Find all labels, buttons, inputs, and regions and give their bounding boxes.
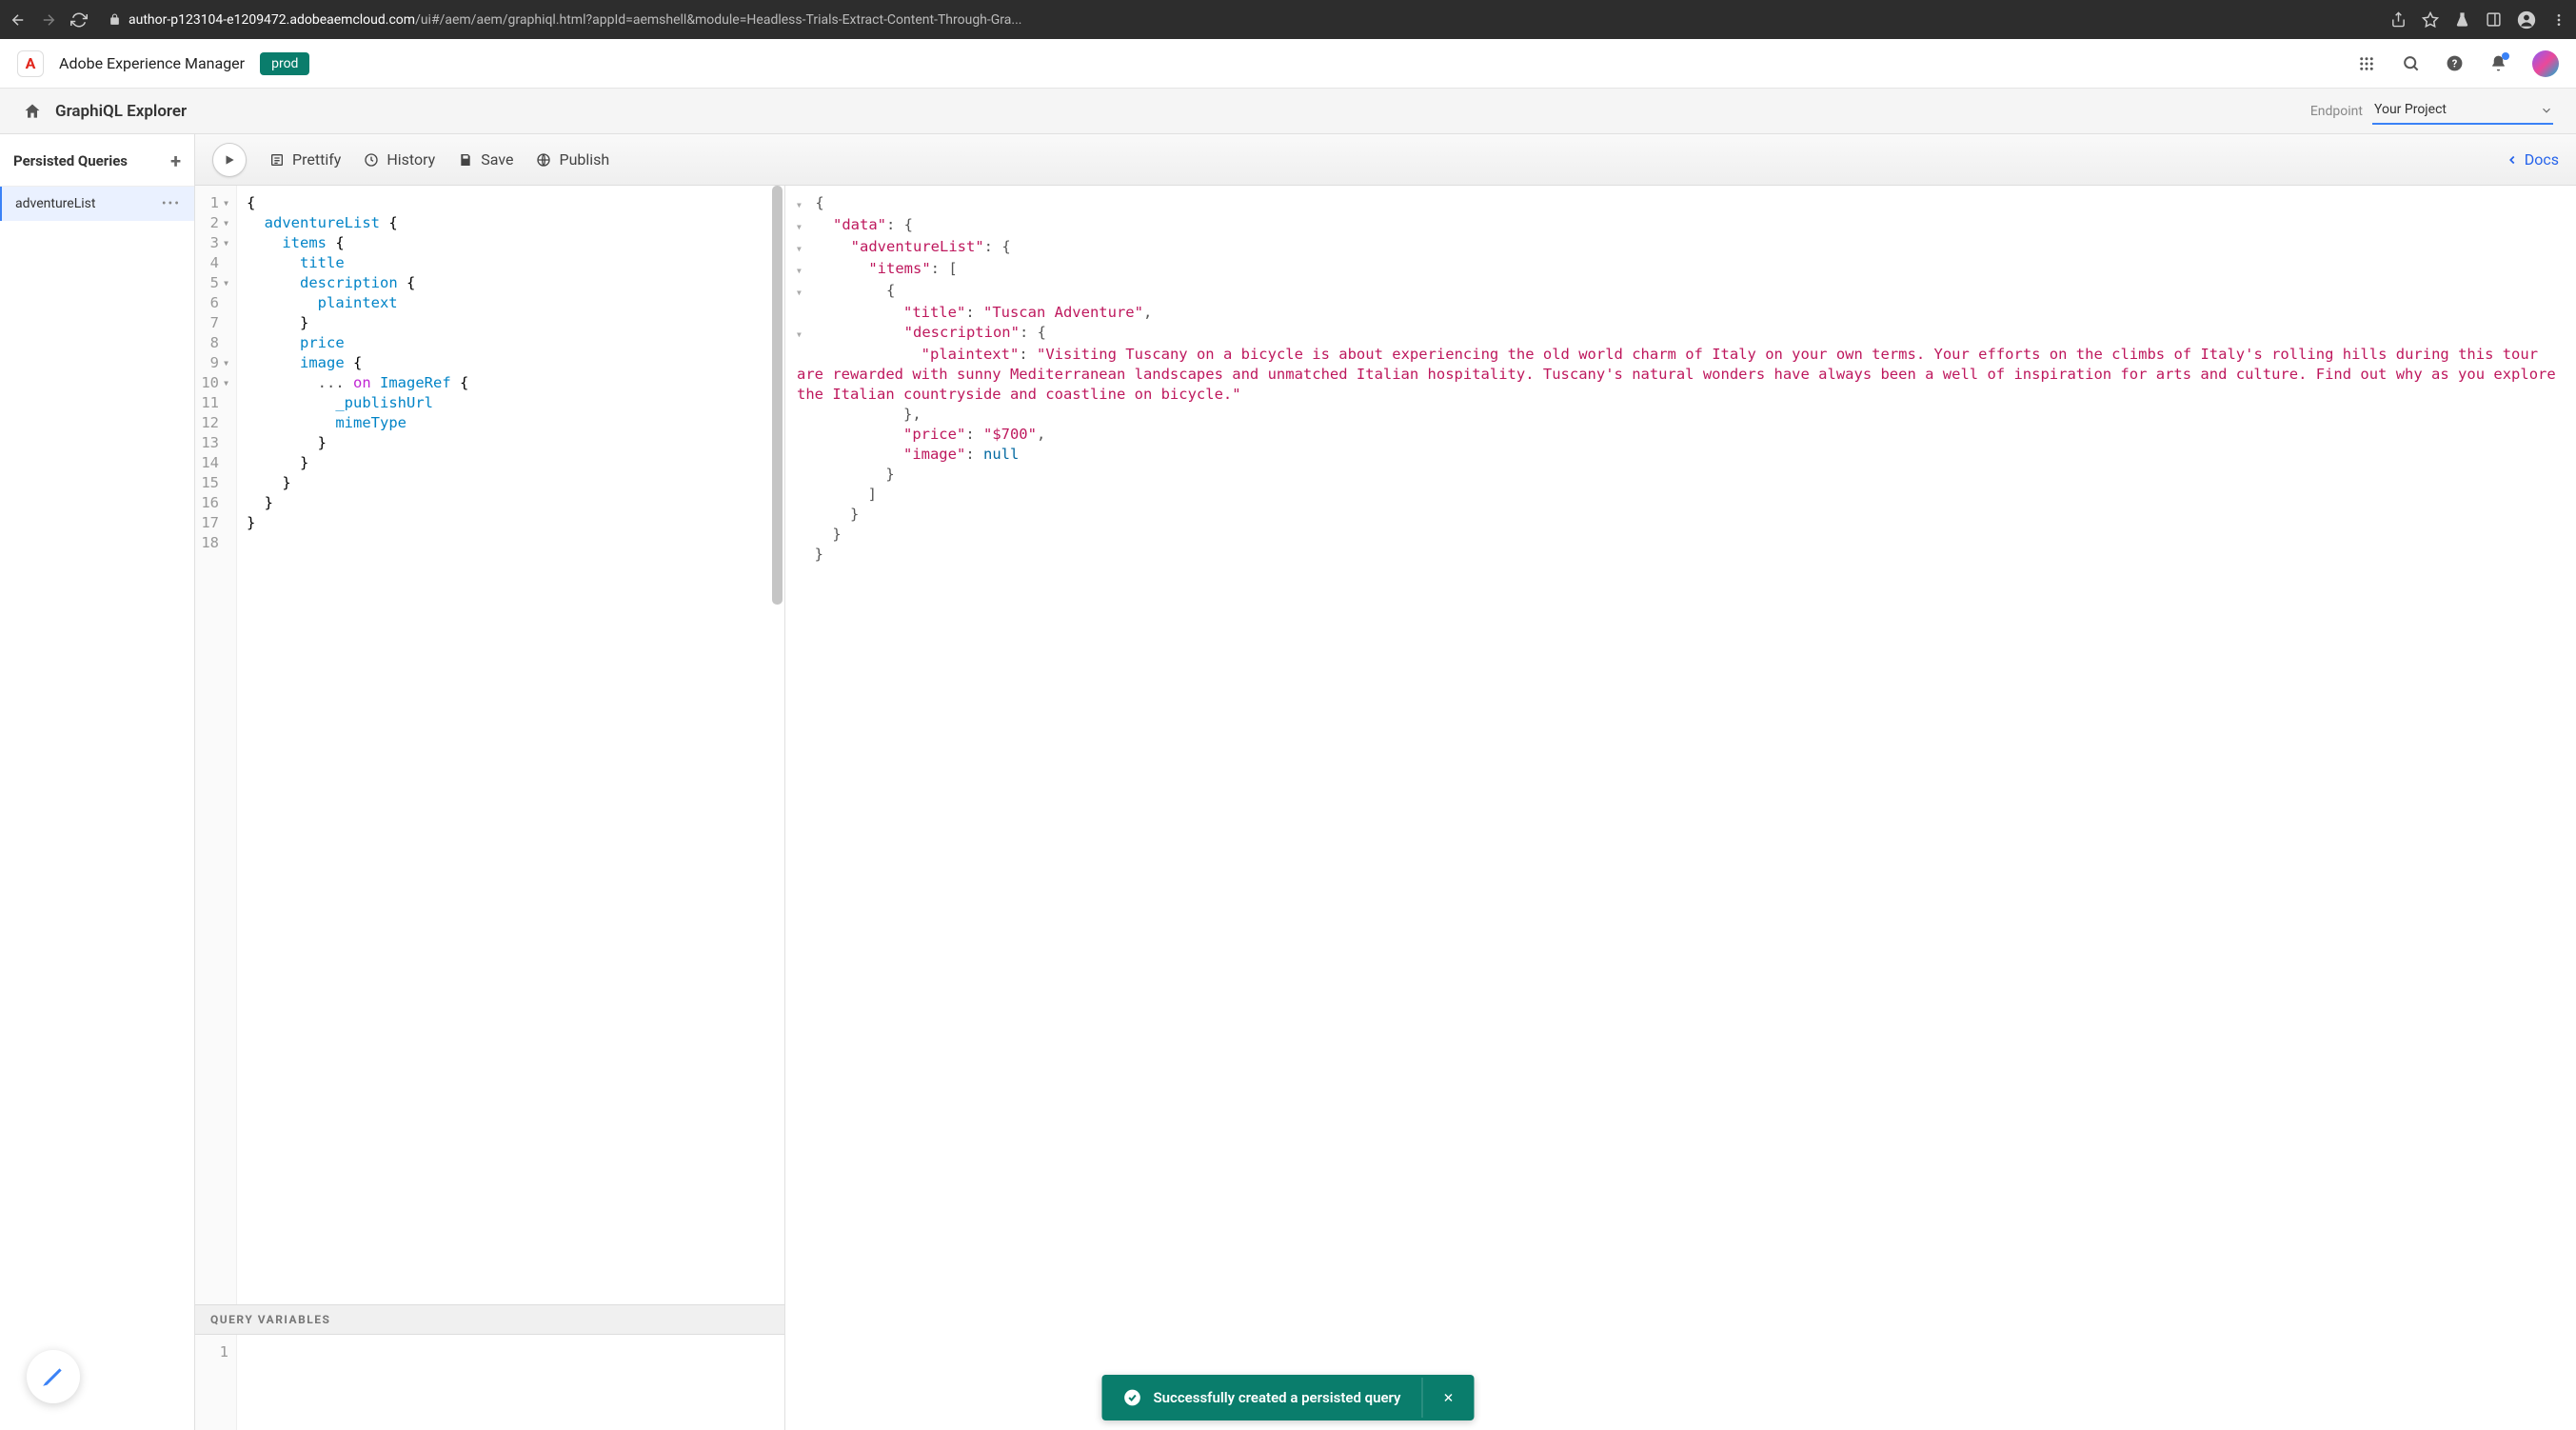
url-bar[interactable]: author-p123104-e1209472.adobeaemcloud.co… (101, 12, 2377, 28)
line-gutter: 1▼2▼3▼45▼6789▼10▼1112131415161718 (195, 186, 237, 1304)
result-pane[interactable]: ▼ { ▼ "data": { ▼ "adventureList": { ▼ "… (785, 186, 2576, 1430)
editor-content: Prettify History Save Publish Docs 1▼2▼3… (195, 134, 2576, 1430)
query-variables-header[interactable]: QUERY VARIABLES (195, 1304, 784, 1335)
query-variables-editor[interactable]: 1 (195, 1335, 784, 1430)
lock-icon (109, 13, 121, 26)
add-query-button[interactable]: + (170, 149, 181, 172)
query-code[interactable]: { adventureList { items { title descript… (237, 186, 784, 1304)
endpoint-value: Your Project (2374, 102, 2447, 117)
persisted-query-item[interactable]: adventureList ••• (0, 187, 194, 221)
endpoint-select[interactable]: Your Project (2372, 98, 2553, 125)
apps-icon[interactable] (2357, 54, 2376, 73)
url-text: author-p123104-e1209472.adobeaemcloud.co… (129, 12, 1021, 28)
back-icon[interactable] (10, 11, 27, 29)
sidebar-header: Persisted Queries + (0, 134, 194, 187)
scrollbar[interactable] (772, 186, 783, 605)
chevron-down-icon (2540, 104, 2553, 117)
main-content: Persisted Queries + adventureList ••• Pr… (0, 134, 2576, 1430)
help-icon[interactable]: ? (2445, 54, 2464, 73)
history-button[interactable]: History (364, 150, 435, 169)
toast-close-button[interactable] (1422, 1378, 1475, 1418)
forward-icon[interactable] (40, 11, 57, 29)
help-fab[interactable] (27, 1350, 80, 1403)
breadcrumb-bar: GraphiQL Explorer Endpoint Your Project (0, 89, 2576, 134)
bell-icon[interactable] (2488, 54, 2507, 73)
share-icon[interactable] (2390, 11, 2407, 28)
sidebar: Persisted Queries + adventureList ••• (0, 134, 195, 1430)
toast-message: Successfully created a persisted query (1153, 1389, 1400, 1406)
query-editor[interactable]: 1▼2▼3▼45▼6789▼10▼1112131415161718 { adve… (195, 186, 784, 1304)
more-icon[interactable]: ••• (162, 196, 181, 211)
prettify-button[interactable]: Prettify (269, 150, 341, 169)
browser-chrome: author-p123104-e1209472.adobeaemcloud.co… (0, 0, 2576, 39)
editor-toolbar: Prettify History Save Publish Docs (195, 134, 2576, 186)
editor-area: 1▼2▼3▼45▼6789▼10▼1112131415161718 { adve… (195, 186, 2576, 1430)
success-toast: Successfully created a persisted query (1101, 1375, 1474, 1420)
star-icon[interactable] (2422, 11, 2439, 29)
notification-dot (2502, 52, 2509, 60)
sidebar-title: Persisted Queries (13, 152, 128, 169)
kebab-icon[interactable] (2551, 12, 2566, 28)
search-icon[interactable] (2401, 54, 2420, 73)
query-name: adventureList (15, 196, 95, 211)
aem-topbar: A Adobe Experience Manager prod ? (0, 39, 2576, 89)
environment-badge: prod (260, 52, 309, 75)
publish-button[interactable]: Publish (536, 150, 609, 169)
product-name: Adobe Experience Manager (59, 54, 245, 72)
svg-text:?: ? (2451, 57, 2457, 70)
vars-gutter: 1 (195, 1335, 237, 1430)
query-pane: 1▼2▼3▼45▼6789▼10▼1112131415161718 { adve… (195, 186, 785, 1430)
flask-icon[interactable] (2454, 11, 2470, 28)
profile-icon[interactable] (2517, 10, 2536, 30)
check-icon (1122, 1388, 1141, 1407)
endpoint-label: Endpoint (2310, 104, 2363, 119)
execute-button[interactable] (212, 143, 247, 177)
save-button[interactable]: Save (458, 150, 513, 169)
user-avatar[interactable] (2532, 50, 2559, 77)
docs-button[interactable]: Docs (2506, 150, 2559, 169)
panel-icon[interactable] (2486, 11, 2502, 28)
home-icon[interactable] (23, 102, 42, 121)
adobe-logo-icon[interactable]: A (17, 50, 44, 77)
page-title: GraphiQL Explorer (55, 102, 187, 121)
reload-icon[interactable] (70, 11, 88, 29)
